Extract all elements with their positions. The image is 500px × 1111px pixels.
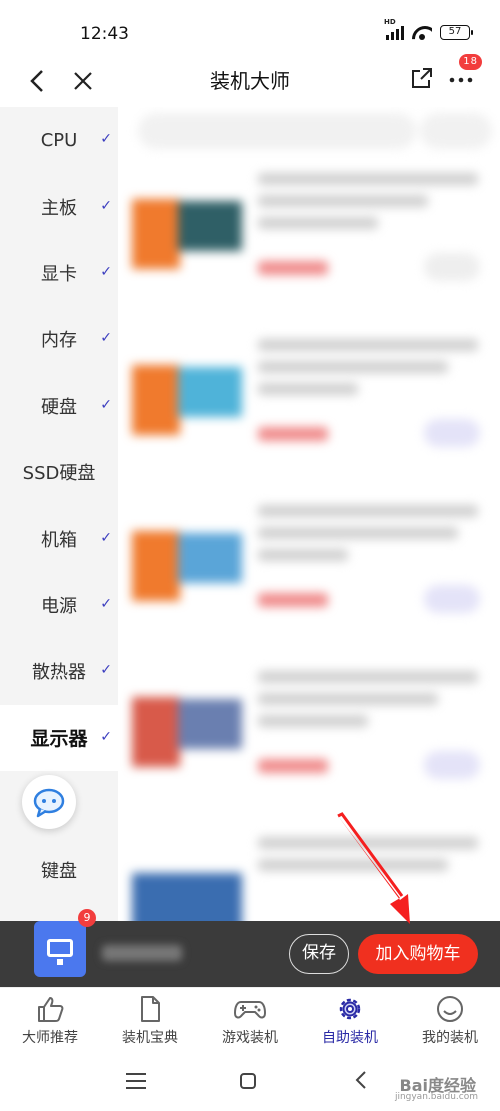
signal-icon: HD [384, 18, 404, 40]
category-item[interactable]: 主板 ✓ [0, 173, 118, 239]
tab-my-builds[interactable]: 我的装机 [400, 988, 500, 1053]
select-product-button[interactable] [424, 751, 480, 779]
document-icon [141, 996, 160, 1022]
product-card[interactable] [118, 329, 500, 497]
category-label: 内存 [41, 330, 77, 352]
product-price [258, 427, 328, 441]
more-icon[interactable]: 18 [446, 54, 482, 94]
tab-label: 游戏装机 [222, 1030, 278, 1046]
check-icon: ✓ [100, 662, 112, 679]
check-icon: ✓ [100, 131, 112, 148]
check-icon: ✓ [100, 330, 112, 347]
status-icons: HD 57 [384, 18, 473, 40]
check-icon: ✓ [100, 197, 112, 214]
category-item[interactable]: 显示器 ✓ [0, 704, 118, 771]
check-icon: ✓ [100, 728, 112, 745]
tab-gaming-build[interactable]: 游戏装机 [200, 988, 300, 1053]
system-nav-bar: Bai度经验 jingyan.baidu.com [0, 1053, 500, 1111]
category-label: 机箱 [41, 529, 77, 551]
product-card[interactable] [118, 495, 500, 663]
tab-build-guide[interactable]: 装机宝典 [100, 988, 200, 1053]
category-item[interactable]: 显卡 ✓ [0, 240, 118, 306]
watermark-url: jingyan.baidu.com [394, 1092, 478, 1102]
category-label: 显卡 [41, 263, 77, 285]
product-image [132, 345, 242, 435]
category-item[interactable]: CPU ✓ [0, 107, 118, 173]
product-image [132, 843, 242, 921]
share-icon[interactable] [410, 66, 434, 90]
category-label: 显示器 [30, 728, 88, 751]
tab-label: 我的装机 [422, 1030, 478, 1046]
close-icon[interactable] [70, 66, 96, 96]
tab-master-recommend[interactable]: 大师推荐 [0, 988, 100, 1053]
product-price [258, 759, 328, 773]
category-label: 主板 [41, 197, 77, 219]
home-icon[interactable] [240, 1073, 256, 1089]
filter-button[interactable] [420, 113, 492, 149]
thumbs-up-icon [38, 997, 64, 1022]
category-item[interactable]: SSD硬盘 [0, 439, 118, 505]
notification-badge: 18 [459, 54, 482, 70]
category-item[interactable]: 机箱 ✓ [0, 505, 118, 571]
category-item[interactable]: 散热器 ✓ [0, 638, 118, 704]
category-label: 硬盘 [41, 396, 77, 418]
category-label: SSD硬盘 [22, 463, 96, 485]
tab-label: 装机宝典 [122, 1030, 178, 1046]
status-bar: 12:43 HD 57 [0, 0, 500, 60]
category-label: 电源 [41, 595, 77, 617]
cart-bar: 9 保存 加入购物车 [0, 909, 500, 987]
select-product-button[interactable] [424, 585, 480, 613]
check-icon: ✓ [100, 595, 112, 612]
check-icon: ✓ [100, 396, 112, 413]
save-button[interactable]: 保存 [289, 934, 349, 974]
product-price [258, 593, 328, 607]
category-label: 键盘 [41, 861, 77, 883]
tab-label: 大师推荐 [22, 1030, 78, 1046]
battery-icon: 57 [440, 24, 473, 40]
cart-count-badge: 9 [78, 909, 96, 927]
product-image [132, 677, 242, 767]
gear-icon [339, 998, 361, 1020]
product-image [132, 179, 242, 269]
product-price [258, 261, 328, 275]
category-item[interactable]: 电源 ✓ [0, 572, 118, 638]
category-label: 散热器 [32, 662, 86, 684]
product-card[interactable] [118, 661, 500, 829]
back-icon[interactable] [26, 66, 52, 96]
select-product-button[interactable] [424, 253, 480, 281]
search-input[interactable] [138, 113, 416, 149]
product-card[interactable] [118, 163, 500, 331]
system-back-icon[interactable] [354, 1069, 368, 1096]
smiley-icon [437, 996, 463, 1022]
tab-bar: 大师推荐 装机宝典 游戏装机 自助装机 我的装机 [0, 987, 500, 1053]
add-to-cart-button[interactable]: 加入购物车 [358, 934, 478, 974]
wifi-icon [412, 24, 432, 40]
product-list [118, 107, 500, 921]
category-item[interactable]: 键盘 [0, 837, 118, 903]
baidu-watermark: Bai度经验 jingyan.baidu.com [380, 1061, 490, 1105]
check-icon: ✓ [100, 263, 112, 280]
product-card[interactable] [118, 827, 500, 921]
build-list-icon[interactable] [34, 921, 86, 977]
network-type-label: HD [384, 18, 396, 26]
chat-assistant-icon[interactable] [22, 775, 76, 829]
tab-label: 自助装机 [322, 1030, 378, 1046]
total-price [102, 945, 182, 961]
top-nav: 装机大师 18 [0, 54, 500, 106]
check-icon: ✓ [100, 529, 112, 546]
category-item[interactable]: 内存 ✓ [0, 306, 118, 372]
gamepad-icon [234, 1001, 266, 1019]
tab-self-build[interactable]: 自助装机 [300, 988, 400, 1053]
category-item[interactable]: 硬盘 ✓ [0, 373, 118, 439]
status-time: 12:43 [80, 24, 129, 44]
recent-apps-icon[interactable] [126, 1073, 146, 1089]
product-image [132, 511, 242, 601]
category-label: CPU [40, 129, 78, 151]
select-product-button[interactable] [424, 419, 480, 447]
